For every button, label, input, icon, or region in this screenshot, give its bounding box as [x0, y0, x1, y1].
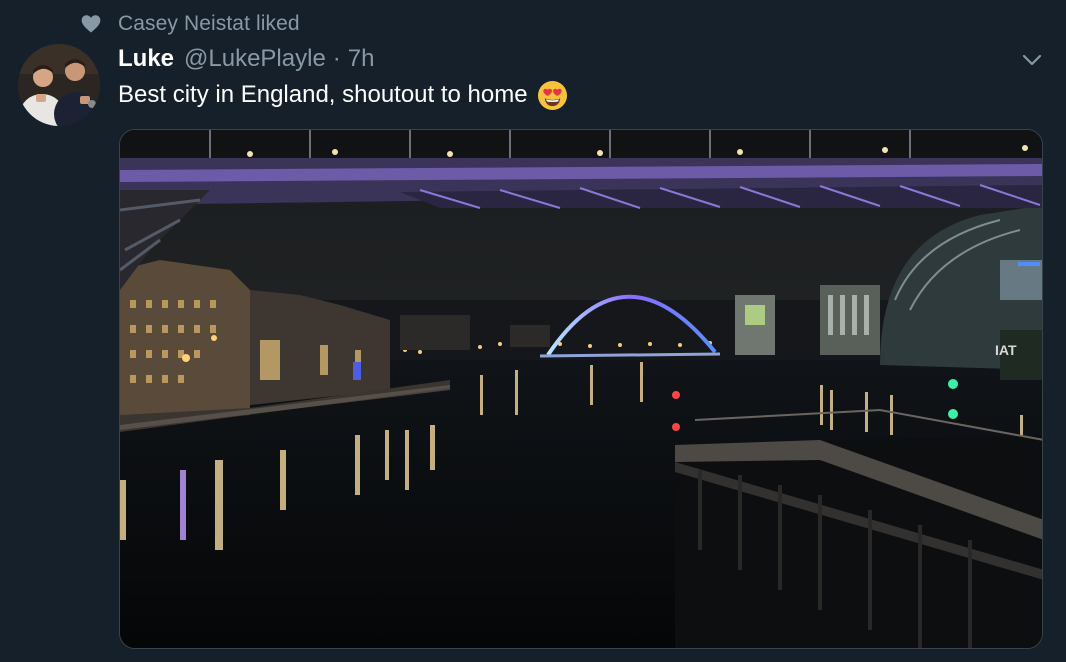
author-name[interactable]: Luke — [118, 44, 174, 74]
sign-text: IAT — [995, 342, 1017, 358]
tweet-header: Luke @LukePlayle · 7h — [118, 44, 375, 74]
chevron-down-icon[interactable] — [1018, 48, 1046, 72]
tweet-photo[interactable]: IAT — [119, 129, 1043, 649]
timestamp[interactable]: 7h — [348, 44, 375, 74]
avatar[interactable] — [18, 44, 100, 126]
tweet-text-content: Best city in England, shoutout to home — [118, 81, 528, 108]
tweet[interactable]: Casey Neistat liked Luke @LukePlayle · 7… — [0, 0, 1066, 662]
author-handle[interactable]: @LukePlayle — [184, 44, 326, 74]
heart-icon — [81, 15, 101, 33]
social-context: Casey Neistat liked — [80, 12, 300, 36]
tweet-text: Best city in England, shoutout to home — [118, 78, 568, 112]
heart-eyes-emoji-icon — [537, 80, 567, 110]
social-context-text[interactable]: Casey Neistat liked — [118, 12, 300, 36]
separator-dot: · — [332, 45, 341, 72]
